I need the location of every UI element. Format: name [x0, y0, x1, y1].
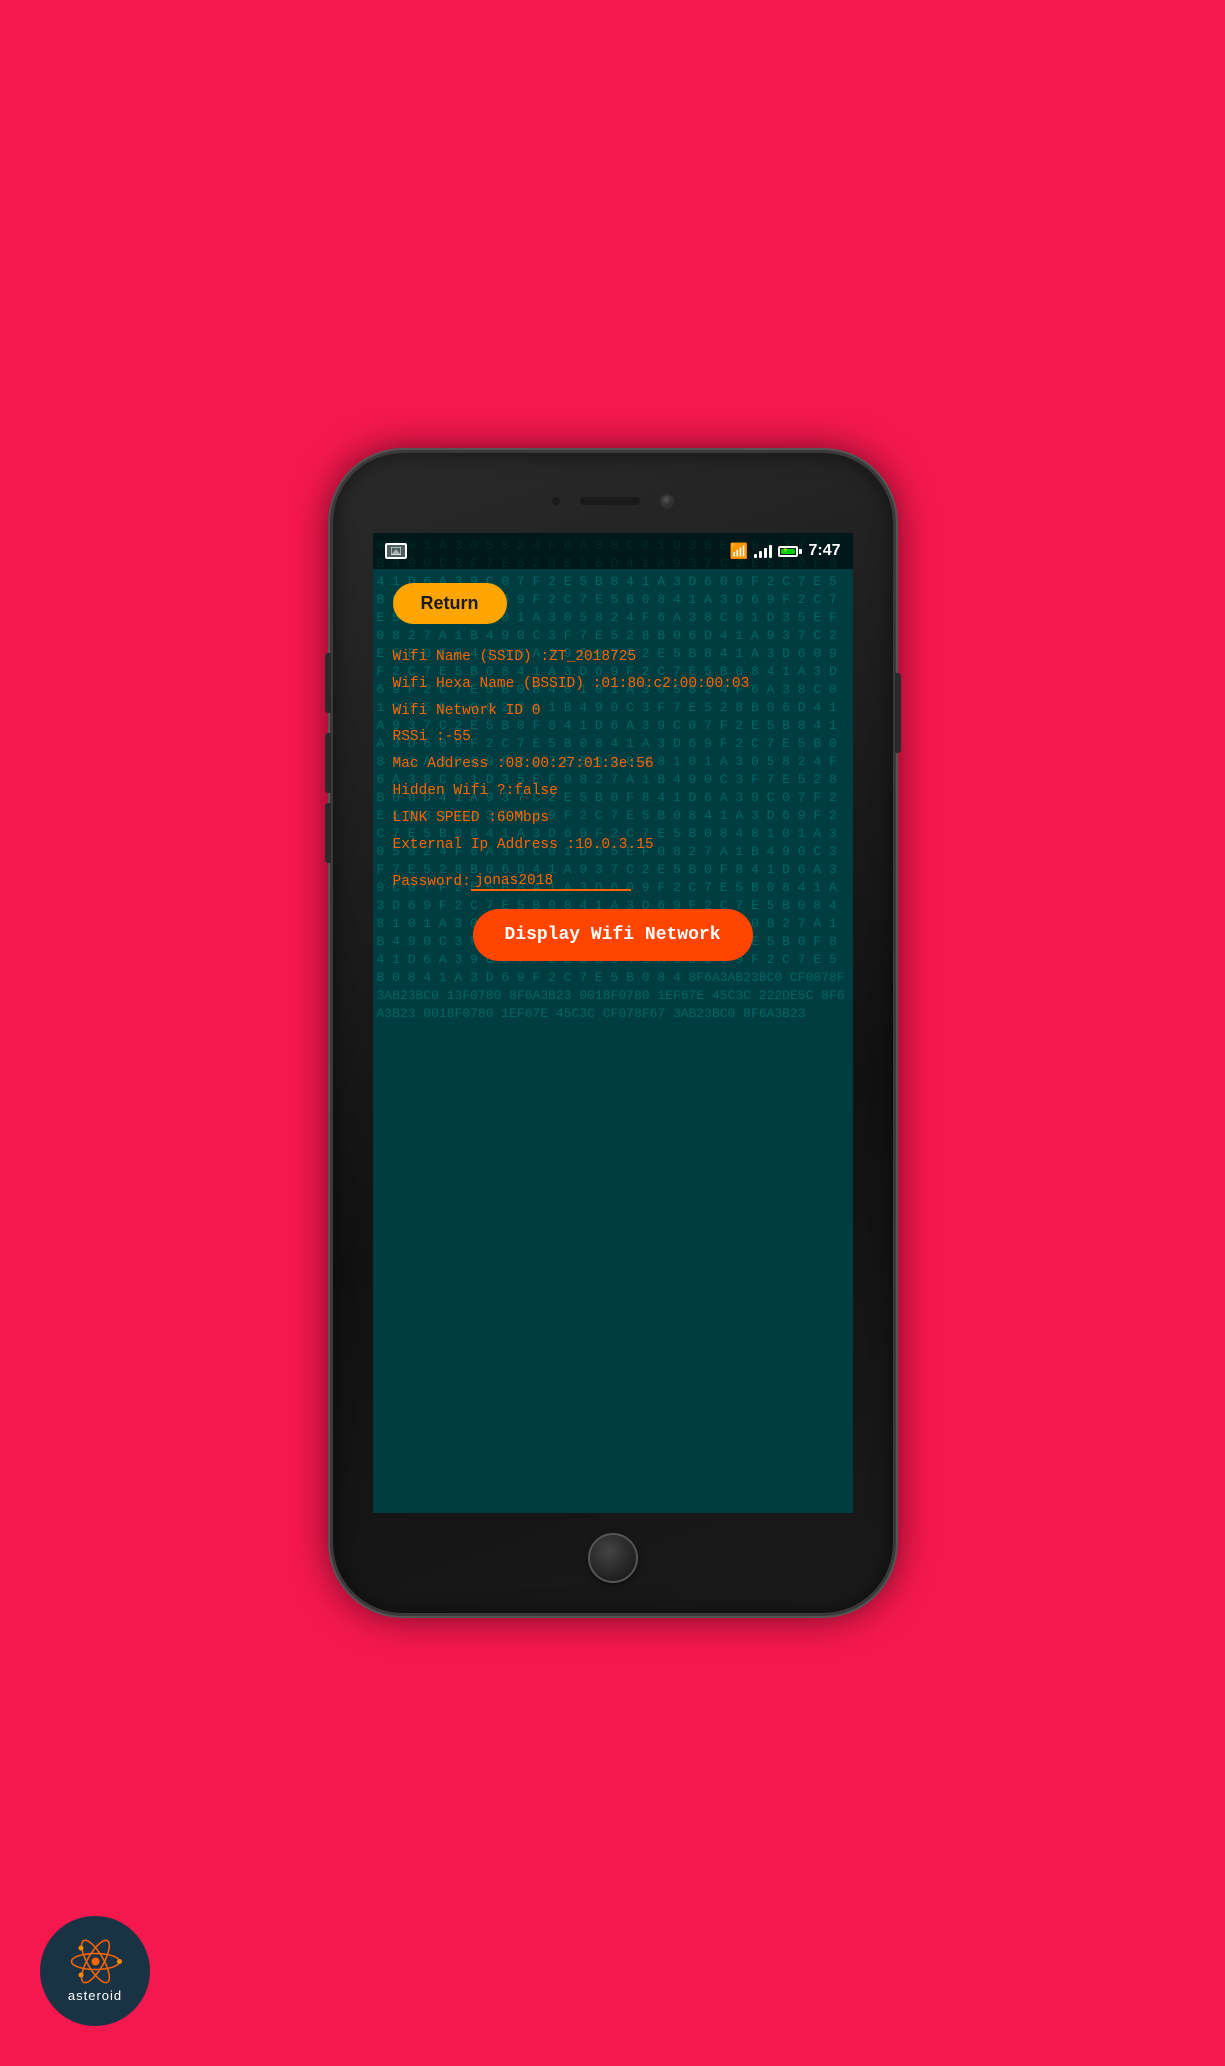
- bssid-value: 01:80:c2:00:00:03: [601, 676, 749, 692]
- status-left: [385, 543, 407, 559]
- mac-line: Mac Address :08:00:27:01:3e:56: [393, 751, 833, 778]
- phone-frame: 8 1 0 1 A 3 0 5 8 2 4 F 6 A 3 8 C 0 1 D …: [333, 453, 893, 1613]
- password-label: Password:: [393, 874, 471, 890]
- asteroid-label: asteroid: [68, 1988, 122, 2003]
- ssid-line: Wifi Name (SSID) :ZT_2018725: [393, 644, 833, 671]
- asteroid-logo: asteroid: [40, 1916, 150, 2026]
- ssid-label: Wifi Name (SSID) :: [393, 649, 550, 665]
- hidden-label: Hidden Wifi ?:: [393, 783, 515, 799]
- status-bar: 📶 7:47: [373, 533, 853, 569]
- status-right: 📶 7:47: [730, 542, 841, 561]
- mac-label: Mac Address :: [393, 756, 506, 772]
- mac-value: 08:00:27:01:3e:56: [506, 756, 654, 772]
- link-speed-label: LINK SPEED :: [393, 810, 497, 826]
- display-wifi-button[interactable]: Display Wifi Network: [473, 909, 753, 961]
- bssid-label: Wifi Hexa Name (BSSID) :: [393, 676, 602, 692]
- speaker: [580, 497, 640, 505]
- ext-ip-label: External Ip Address :: [393, 837, 576, 853]
- rssi-line: RSSi :-55: [393, 724, 833, 751]
- camera: [660, 494, 674, 508]
- status-time: 7:47: [808, 542, 840, 560]
- ssid-value: ZT_2018725: [549, 649, 636, 665]
- hidden-value: false: [514, 783, 558, 799]
- ext-ip-value: 10.0.3.15: [575, 837, 653, 853]
- bssid-line: Wifi Hexa Name (BSSID) :01:80:c2:00:00:0…: [393, 671, 833, 698]
- phone-bottom: [588, 1513, 638, 1613]
- password-line: Password:: [393, 873, 833, 891]
- thumbnail-icon: [385, 543, 407, 559]
- phone-top: [333, 453, 893, 533]
- rssi-value: -55: [445, 729, 471, 745]
- network-id-label: Wifi Network ID: [393, 703, 532, 719]
- network-id-line: Wifi Network ID 0: [393, 698, 833, 725]
- password-input[interactable]: [471, 873, 631, 891]
- battery-icon: [778, 546, 802, 557]
- rssi-label: RSSi :: [393, 729, 445, 745]
- link-speed-line: LINK SPEED :60Mbps: [393, 805, 833, 832]
- front-camera: [552, 497, 560, 505]
- wifi-info-block: Wifi Name (SSID) :ZT_2018725 Wifi Hexa N…: [393, 644, 833, 859]
- return-button[interactable]: Return: [393, 583, 507, 624]
- screen-content: Return Wifi Name (SSID) :ZT_2018725 Wifi…: [373, 569, 853, 975]
- screen: 8 1 0 1 A 3 0 5 8 2 4 F 6 A 3 8 C 0 1 D …: [373, 533, 853, 1513]
- link-speed-value: 60Mbps: [497, 810, 549, 826]
- wifi-icon: 📶: [730, 542, 749, 561]
- home-button[interactable]: [588, 1533, 638, 1583]
- ext-ip-line: External Ip Address :10.0.3.15: [393, 832, 833, 859]
- hidden-line: Hidden Wifi ?:false: [393, 778, 833, 805]
- signal-icon: [754, 544, 772, 558]
- network-id-value: 0: [532, 703, 541, 719]
